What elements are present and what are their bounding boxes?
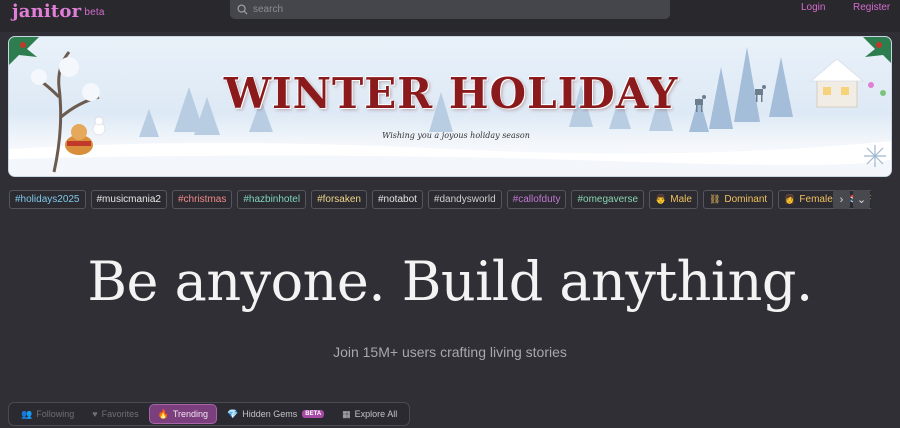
tag-emoji-icon: 👨 — [655, 194, 667, 204]
tab-hidden-gems-label: Hidden Gems — [242, 409, 298, 419]
search-bar[interactable] — [230, 0, 670, 19]
tag-label: Dominant — [724, 194, 768, 205]
tab-following[interactable]: 👥 Following — [13, 404, 82, 424]
tab-favorites-label: Favorites — [101, 409, 139, 419]
tag-chip[interactable]: #dandysworld — [427, 190, 502, 209]
tag-label: #christmas — [177, 194, 227, 205]
tab-hidden-gems[interactable]: 💎 Hidden Gems BETA — [219, 404, 332, 424]
tab-favorites[interactable]: ♥ Favorites — [84, 404, 146, 424]
tag-chip[interactable]: #omegaverse — [571, 190, 645, 209]
tag-chip[interactable]: #musicmania2 — [90, 190, 167, 209]
tag-label: #dandysworld — [433, 194, 496, 205]
tag-emoji-icon: 👩 — [784, 194, 796, 204]
banner-subtitle: Wishing you a joyous holiday season — [382, 131, 530, 140]
tag-chip[interactable]: 👩 Female — [778, 190, 839, 209]
grid-icon: ▦ — [342, 408, 351, 419]
tag-emoji-icon: ⛓ — [708, 194, 721, 204]
tag-label: #callofduty — [512, 194, 561, 205]
top-bar: janitorbeta Login Register — [0, 0, 900, 32]
flame-icon: 🔥 — [157, 408, 169, 419]
logo[interactable]: janitor beta — [12, 1, 105, 22]
tags-expand-button[interactable]: ⌄ — [853, 190, 870, 209]
beta-badge: BETA — [302, 410, 325, 418]
banner-title: WINTER HOLIDAY — [223, 69, 679, 118]
register-link[interactable]: Register — [853, 2, 890, 13]
users-icon: 👥 — [21, 408, 33, 419]
tag-label: #forsaken — [317, 194, 361, 205]
tag-chip[interactable]: #forsaken — [311, 190, 367, 209]
tag-label: #omegaverse — [577, 194, 639, 205]
tag-chip[interactable]: 👨 Male — [649, 190, 698, 209]
search-input[interactable] — [253, 4, 653, 15]
tab-explore-all-label: Explore All — [354, 409, 398, 419]
heart-icon: ♥ — [92, 409, 98, 419]
tag-chip[interactable]: ⛓ Dominant — [702, 190, 774, 209]
feed-filter-tabs: 👥 Following ♥ Favorites 🔥 Trending 💎 Hidden … — [8, 402, 411, 426]
tag-label: #notabot — [377, 194, 417, 205]
tag-chip[interactable]: #christmas — [171, 190, 233, 209]
tag-chip[interactable]: #hazbinhotel — [237, 190, 307, 209]
gem-icon: 💎 — [227, 408, 239, 419]
search-icon — [237, 4, 248, 15]
chevron-right-icon: › — [839, 193, 844, 206]
tab-trending-label: Trending — [172, 409, 209, 419]
tag-label: Male — [670, 194, 692, 205]
logo-text: janitor — [12, 1, 82, 22]
winter-holiday-banner[interactable]: WINTER HOLIDAY Wishing you a joyous holi… — [8, 36, 892, 177]
tag-label: #musicmania2 — [96, 194, 161, 205]
tag-chip[interactable]: #notabot — [371, 190, 423, 209]
hero-title: Be anyone. Build anything. — [87, 250, 813, 313]
login-link[interactable]: Login — [801, 2, 825, 13]
tag-label: #hazbinhotel — [243, 194, 301, 205]
tag-row: #holidays2025 #musicmania2 #christmas #hazb… — [9, 190, 871, 209]
tab-explore-all[interactable]: ▦ Explore All — [334, 404, 405, 424]
hero-subtitle: Join 15M+ users crafting living stories — [333, 344, 567, 360]
tag-chip[interactable]: #holidays2025 — [9, 190, 86, 209]
beta-label: beta — [84, 7, 105, 18]
tags-next-button[interactable]: › — [833, 190, 850, 209]
chevron-down-icon: ⌄ — [856, 194, 867, 206]
tag-label: #holidays2025 — [15, 194, 80, 205]
tag-chip[interactable]: #callofduty — [506, 190, 567, 209]
tab-trending[interactable]: 🔥 Trending — [148, 404, 218, 424]
tag-label: Female — [799, 194, 833, 205]
tab-following-label: Following — [36, 409, 75, 419]
